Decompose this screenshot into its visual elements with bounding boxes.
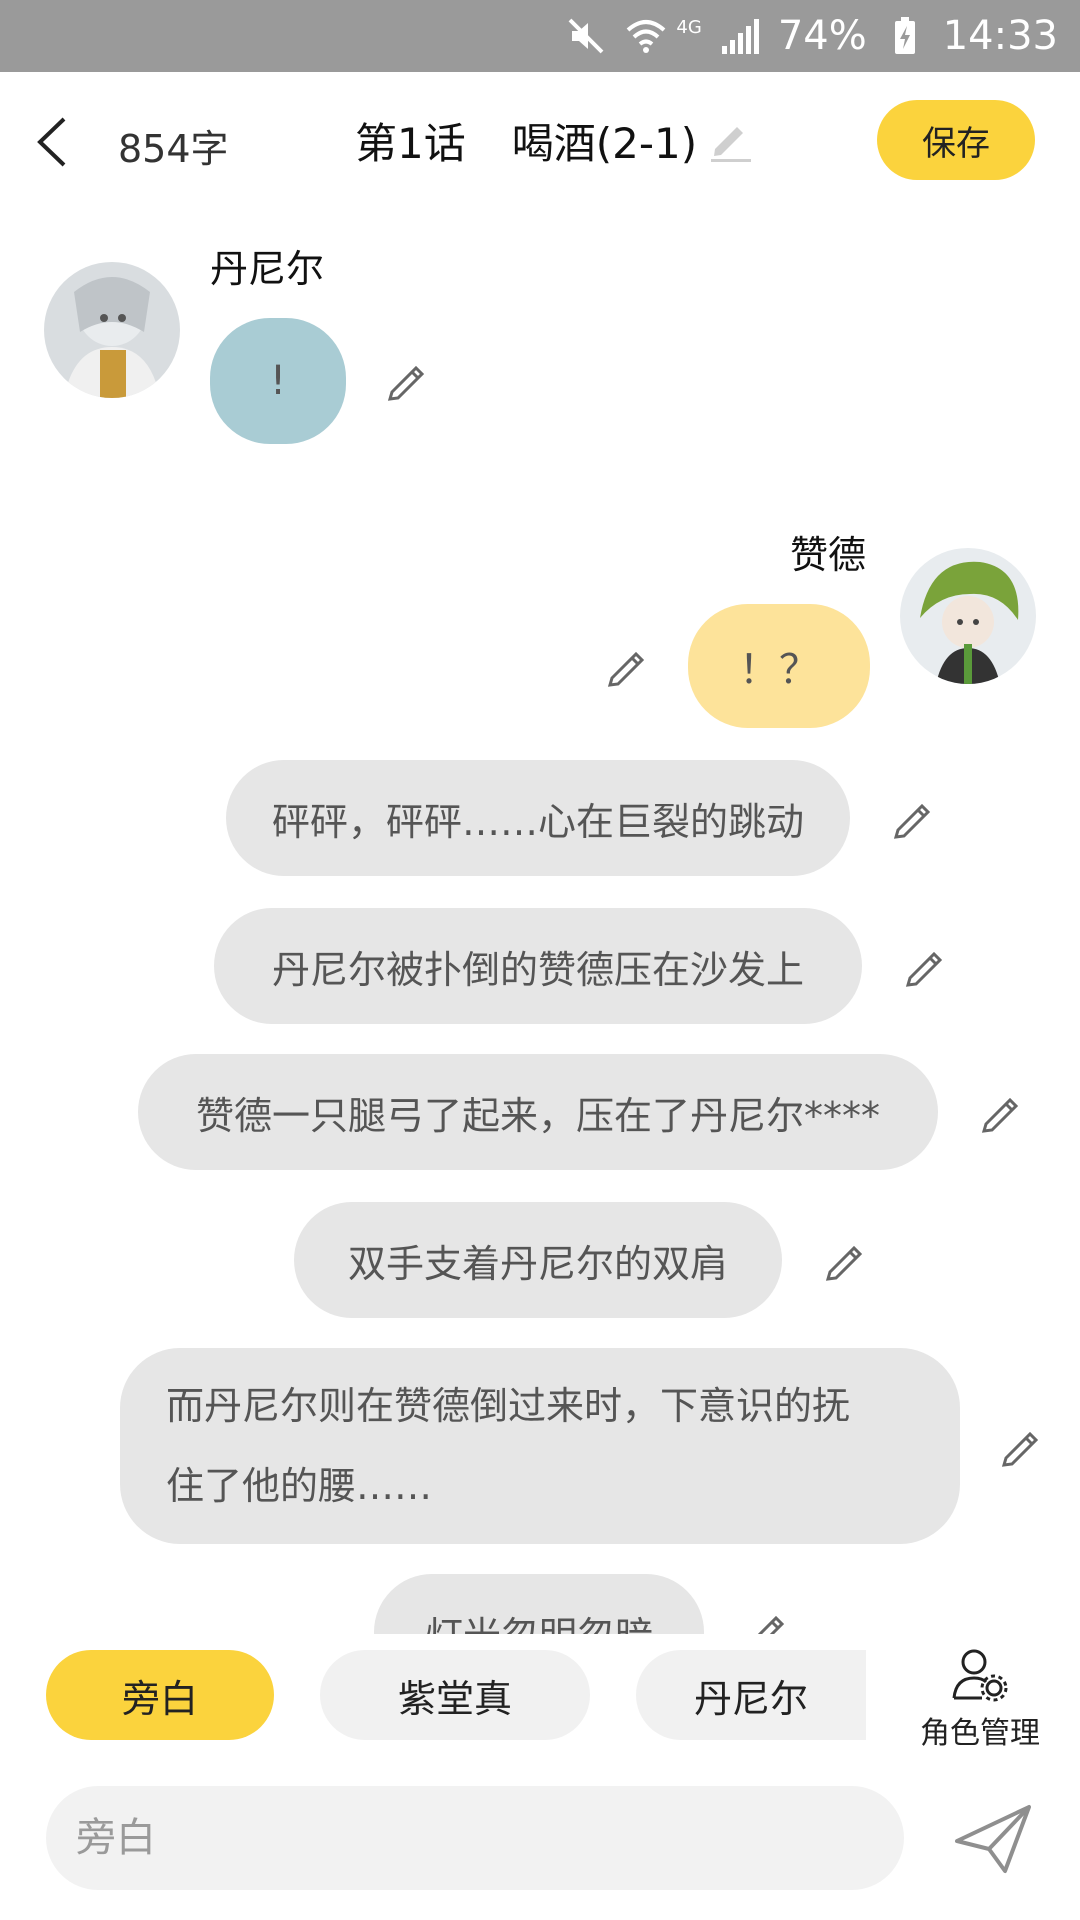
narration-text: 丹尼尔被扑倒的赞德压在沙发上	[271, 947, 804, 992]
status-icons: 4G 74% 14:33	[564, 0, 1058, 72]
narration-text: 砰砰，砰砰……心在巨裂的跳动	[271, 799, 804, 844]
narration-bubble[interactable]: 砰砰，砰砰……心在巨裂的跳动	[226, 760, 850, 876]
send-icon	[955, 1805, 1031, 1873]
user-settings-icon	[952, 1649, 1008, 1702]
avatar-daniel[interactable]	[44, 262, 180, 398]
editor-header: 854字 第1话 喝酒(2-1) 保存	[0, 72, 1080, 212]
narration-bubble[interactable]: 灯光忽明忽暗	[374, 1574, 704, 1634]
pencil-icon[interactable]	[892, 796, 936, 840]
speaker-name: 丹尼尔	[210, 247, 325, 291]
mute-icon	[564, 16, 608, 56]
narration-text: 双手支着丹尼尔的双肩	[347, 1241, 728, 1286]
role-chip-zitangzhen[interactable]: 紫堂真	[320, 1650, 590, 1740]
status-bar: 4G 74% 14:33	[0, 0, 1080, 72]
chapter-number: 第1话	[355, 119, 466, 168]
message-bubble[interactable]: ！？	[688, 604, 870, 728]
narration-bubble[interactable]: 丹尼尔被扑倒的赞德压在沙发上	[214, 908, 862, 1024]
narration-text-line: 而丹尼尔则在赞德倒过来时，下意识的抚	[166, 1384, 851, 1428]
network-type: 4G	[676, 16, 702, 38]
pencil-icon[interactable]	[824, 1238, 868, 1282]
role-chip-daniel[interactable]: 丹尼尔	[636, 1650, 866, 1740]
pencil-icon[interactable]	[386, 358, 430, 402]
narration-text-line: 住了他的腰……	[166, 1464, 433, 1508]
compose-bar	[0, 1764, 1080, 1920]
narration-text: 灯光忽明忽暗	[425, 1605, 653, 1635]
clock: 14:33	[942, 13, 1058, 59]
pencil-icon[interactable]	[606, 644, 650, 688]
battery-percent: 74%	[777, 13, 867, 59]
message-input[interactable]	[46, 1786, 904, 1890]
signal-icon	[718, 16, 762, 56]
role-manage-button[interactable]: 角色管理	[905, 1644, 1055, 1754]
dialogue-list[interactable]: 丹尼尔 ! 赞德 ！？ 砰砰，砰砰……心在巨裂的跳动 丹尼尔被扑倒的赞德压在沙发…	[0, 212, 1080, 1634]
narration-text: 赞德一只腿弓了起来，压在了丹尼尔****	[195, 1093, 880, 1138]
message-bubble[interactable]: !	[210, 318, 346, 444]
narration-bubble[interactable]: 双手支着丹尼尔的双肩	[294, 1202, 782, 1318]
role-manage-label: 角色管理	[920, 1716, 1040, 1751]
pencil-icon[interactable]	[1000, 1424, 1044, 1468]
message-text: ！？	[739, 647, 819, 693]
pencil-icon[interactable]	[980, 1090, 1024, 1134]
save-button[interactable]: 保存	[877, 100, 1035, 180]
send-button[interactable]	[948, 1794, 1038, 1884]
chapter-name: 喝酒(2-1)	[511, 119, 698, 168]
narration-bubble[interactable]: 而丹尼尔则在赞德倒过来时，下意识的抚 住了他的腰……	[120, 1348, 960, 1544]
chevron-left-icon	[37, 117, 66, 167]
narration-bubble[interactable]: 赞德一只腿弓了起来，压在了丹尼尔****	[138, 1054, 938, 1170]
speaker-name: 赞德	[790, 533, 867, 577]
back-button[interactable]	[24, 112, 80, 172]
pencil-icon[interactable]	[904, 944, 948, 988]
role-chip-narration[interactable]: 旁白	[46, 1650, 274, 1740]
pencil-icon[interactable]	[709, 119, 753, 163]
avatar-zander[interactable]	[900, 548, 1036, 684]
role-selector: 旁白 紫堂真 丹尼尔 角色管理	[0, 1634, 1080, 1764]
word-count: 854字	[118, 127, 229, 171]
battery-charging-icon	[883, 16, 927, 56]
wifi-icon	[624, 16, 668, 56]
chapter-title[interactable]: 第1话 喝酒(2-1)	[355, 110, 753, 171]
pencil-icon[interactable]	[746, 1608, 790, 1634]
message-text: !	[269, 358, 287, 404]
